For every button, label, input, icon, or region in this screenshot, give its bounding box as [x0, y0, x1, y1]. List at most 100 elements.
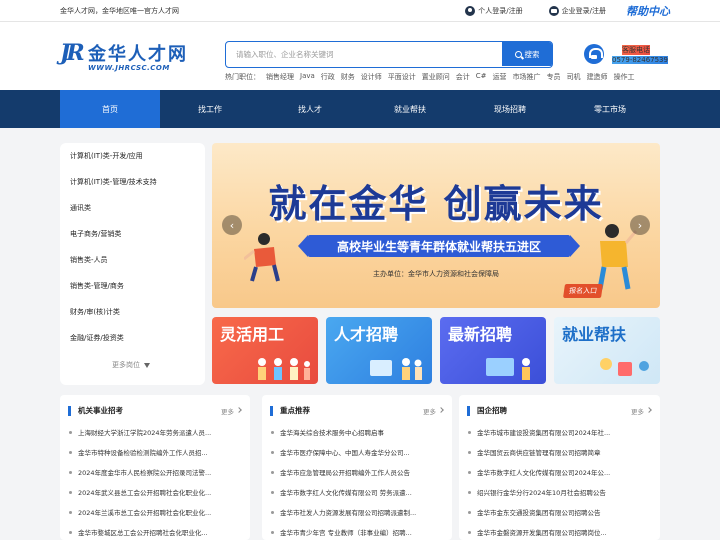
panel-more-link[interactable]: 更多 — [423, 406, 436, 416]
tile-title: 最新招聘 — [448, 325, 513, 344]
personal-login-link[interactable]: 个人登录/注册 — [465, 6, 523, 16]
help-center-link[interactable]: 帮助中心 — [626, 3, 670, 19]
search-button[interactable]: 搜索 — [502, 42, 552, 66]
list-item[interactable]: 金华国贸云商供应链管理有限公司招聘简章 — [467, 447, 652, 459]
list-item[interactable]: 金华市特种设备检验检测院编外工作人员招... — [68, 447, 242, 459]
category-item[interactable]: 金融/证券/投资类 — [70, 333, 124, 343]
tile-latest-recruitment[interactable]: 最新招聘 — [440, 317, 546, 384]
nav-item-employment-aid[interactable]: 就业帮扶 — [360, 90, 460, 128]
list-item[interactable]: 金华市数字红人文化传媒有限公司 劳务派遣... — [270, 487, 444, 499]
hero-banner[interactable]: 就在金华 创赢未来 高校毕业生等青年群体就业帮扶五进区 主办单位：金华市人力资源… — [212, 143, 660, 308]
list-item[interactable]: 2024年武义县总工会公开招聘社会化职业化... — [68, 487, 242, 499]
hot-keyword[interactable]: Java — [300, 72, 315, 82]
list-item[interactable]: 金华市青少年宫 专业教师（非事业编）招聘... — [270, 527, 444, 539]
hot-keyword[interactable]: 设计师 — [361, 72, 382, 82]
banner-prev-button[interactable]: ‹ — [222, 215, 242, 235]
top-bar: 金华人才网，金华地区唯一官方人才网 个人登录/注册 企业登录/注册 帮助中心 — [0, 0, 720, 22]
more-categories-label: 更多岗位 — [112, 361, 140, 369]
site-logo[interactable]: JR 金华人才网 WWW.JHRCSC.COM — [60, 38, 225, 74]
list-item[interactable]: 金华市应急管理局公开招聘编外工作人员公告 — [270, 467, 444, 479]
panel-government-recruitment: 机关事业招考 更多 上海财经大学浙江学院2024年劳务派遣人员... 金华市特种… — [60, 395, 250, 540]
list-item[interactable]: 金华市医疗保障中心、中国人寿金华分公司... — [270, 447, 444, 459]
search-button-label: 搜索 — [524, 49, 540, 59]
chevron-left-icon: ‹ — [229, 218, 235, 232]
panel-featured: 重点推荐 更多 金华海关综合技术服务中心招聘启事 金华市医疗保障中心、中国人寿金… — [262, 395, 452, 540]
search-input[interactable] — [226, 42, 501, 66]
tile-title: 人才招聘 — [334, 325, 399, 344]
search-box: 搜索 — [225, 41, 553, 68]
hot-keyword[interactable]: 会计 — [456, 72, 470, 82]
hot-keyword[interactable]: 置业顾问 — [422, 72, 450, 82]
hot-keyword[interactable]: 行政 — [321, 72, 335, 82]
hot-keyword[interactable]: 财务 — [341, 72, 355, 82]
hot-keyword[interactable]: 运营 — [493, 72, 507, 82]
hot-keyword[interactable]: 市场推广 — [513, 72, 541, 82]
panel-accent-bar — [467, 406, 470, 416]
hot-keyword[interactable]: 销售经理 — [266, 72, 294, 82]
panel-accent-bar — [270, 406, 273, 416]
hot-keyword[interactable]: 平面设计 — [388, 72, 416, 82]
category-item[interactable]: 通讯类 — [70, 203, 91, 213]
service-phone: 0579-82467539 — [612, 56, 668, 64]
tile-title: 灵活用工 — [220, 325, 285, 344]
signup-button[interactable]: 报名入口 — [563, 284, 603, 298]
hot-keywords: 热门职位： 销售经理 Java 行政 财务 设计师 平面设计 置业顾问 会计 C… — [225, 72, 635, 82]
list-item[interactable]: 金华市婺城区总工会公开招聘社会化职业化... — [68, 527, 242, 539]
banner-next-button[interactable]: › — [630, 215, 650, 235]
search-icon — [514, 50, 522, 58]
tile-employment-aid[interactable]: 就业帮扶 — [554, 317, 660, 384]
hot-keywords-label: 热门职位： — [225, 73, 260, 81]
panel-more-link[interactable]: 更多 — [631, 406, 644, 416]
tile-title: 就业帮扶 — [562, 325, 627, 344]
people-illustration — [486, 358, 530, 380]
tile-flexible-employment[interactable]: 灵活用工 — [212, 317, 318, 384]
banner-title: 就在金华 创赢未来 — [268, 181, 604, 226]
main-nav: 首页 找工作 找人才 就业帮扶 现场招聘 零工市场 — [0, 90, 720, 128]
list-item[interactable]: 2024年兰溪市总工会公开招聘社会化职业化... — [68, 507, 242, 519]
nav-item-gig-market[interactable]: 零工市场 — [560, 90, 660, 128]
nav-item-find-job[interactable]: 找工作 — [160, 90, 260, 128]
company-login-link[interactable]: 企业登录/注册 — [548, 6, 606, 16]
category-item[interactable]: 计算机(IT)类-管理/技术支持 — [70, 177, 157, 187]
user-icon — [465, 6, 476, 16]
tile-talent-recruitment[interactable]: 人才招聘 — [326, 317, 432, 384]
panel-accent-bar — [68, 406, 71, 416]
list-item[interactable]: 金华市城市建设投资集团有限公司2024年社... — [467, 427, 652, 439]
logo-domain: WWW.JHRCSC.COM — [88, 64, 170, 72]
chevron-right-icon: › — [637, 218, 643, 232]
site-slogan: 金华人才网，金华地区唯一官方人才网 — [60, 7, 179, 15]
customer-service: 客服电话 0579-82467539 — [584, 42, 674, 72]
account-links: 个人登录/注册 企业登录/注册 帮助中心 — [465, 3, 670, 19]
category-item[interactable]: 销售类-管理/商务 — [70, 281, 124, 291]
hot-keyword[interactable]: 建造师 — [587, 72, 608, 82]
nav-item-onsite-recruitment[interactable]: 现场招聘 — [460, 90, 560, 128]
hot-keyword[interactable]: 操作工 — [614, 72, 635, 82]
panel-title: 重点推荐 — [280, 406, 310, 415]
personal-login-label: 个人登录/注册 — [478, 7, 523, 15]
panel-more-link[interactable]: 更多 — [221, 406, 234, 416]
panel-soe-recruitment: 国企招聘 更多 金华市城市建设投资集团有限公司2024年社... 金华国贸云商供… — [459, 395, 660, 540]
people-illustration — [370, 358, 422, 380]
hot-keyword[interactable]: 专员 — [547, 72, 561, 82]
nav-item-find-talent[interactable]: 找人才 — [260, 90, 360, 128]
banner-ribbon: 高校毕业生等青年群体就业帮扶五进区 — [298, 235, 580, 257]
hot-keyword[interactable]: 司机 — [567, 72, 581, 82]
list-item[interactable]: 金华市金东交通投资集团有限公司招聘公告 — [467, 507, 652, 519]
company-icon — [548, 6, 559, 16]
list-item[interactable]: 金华市社发人力资源发展有限公司招聘派遣制... — [270, 507, 444, 519]
nav-item-home[interactable]: 首页 — [60, 90, 160, 128]
more-categories-link[interactable]: 更多岗位 — [112, 360, 150, 370]
panel-title: 机关事业招考 — [78, 406, 123, 415]
list-item[interactable]: 金华海关综合技术服务中心招聘启事 — [270, 427, 444, 439]
banner-organizer: 主办单位：金华市人力资源和社会保障局 — [373, 270, 499, 278]
list-item[interactable]: 金华市金磐资源开发集团有限公司招聘岗位... — [467, 527, 652, 539]
list-item[interactable]: 金华市数字红人文化传媒有限公司2024年公... — [467, 467, 652, 479]
category-item[interactable]: 电子商务/营销类 — [70, 229, 121, 239]
list-item[interactable]: 绍兴银行金华分行2024年10月社会招聘公告 — [467, 487, 652, 499]
category-item[interactable]: 销售类-人员 — [70, 255, 108, 265]
category-item[interactable]: 计算机(IT)类-开发/应用 — [70, 151, 143, 161]
hot-keyword[interactable]: C# — [476, 72, 487, 82]
list-item[interactable]: 上海财经大学浙江学院2024年劳务派遣人员... — [68, 427, 242, 439]
category-item[interactable]: 财务/审(核)计类 — [70, 307, 120, 317]
list-item[interactable]: 2024年度金华市人民检察院公开招录司法警... — [68, 467, 242, 479]
